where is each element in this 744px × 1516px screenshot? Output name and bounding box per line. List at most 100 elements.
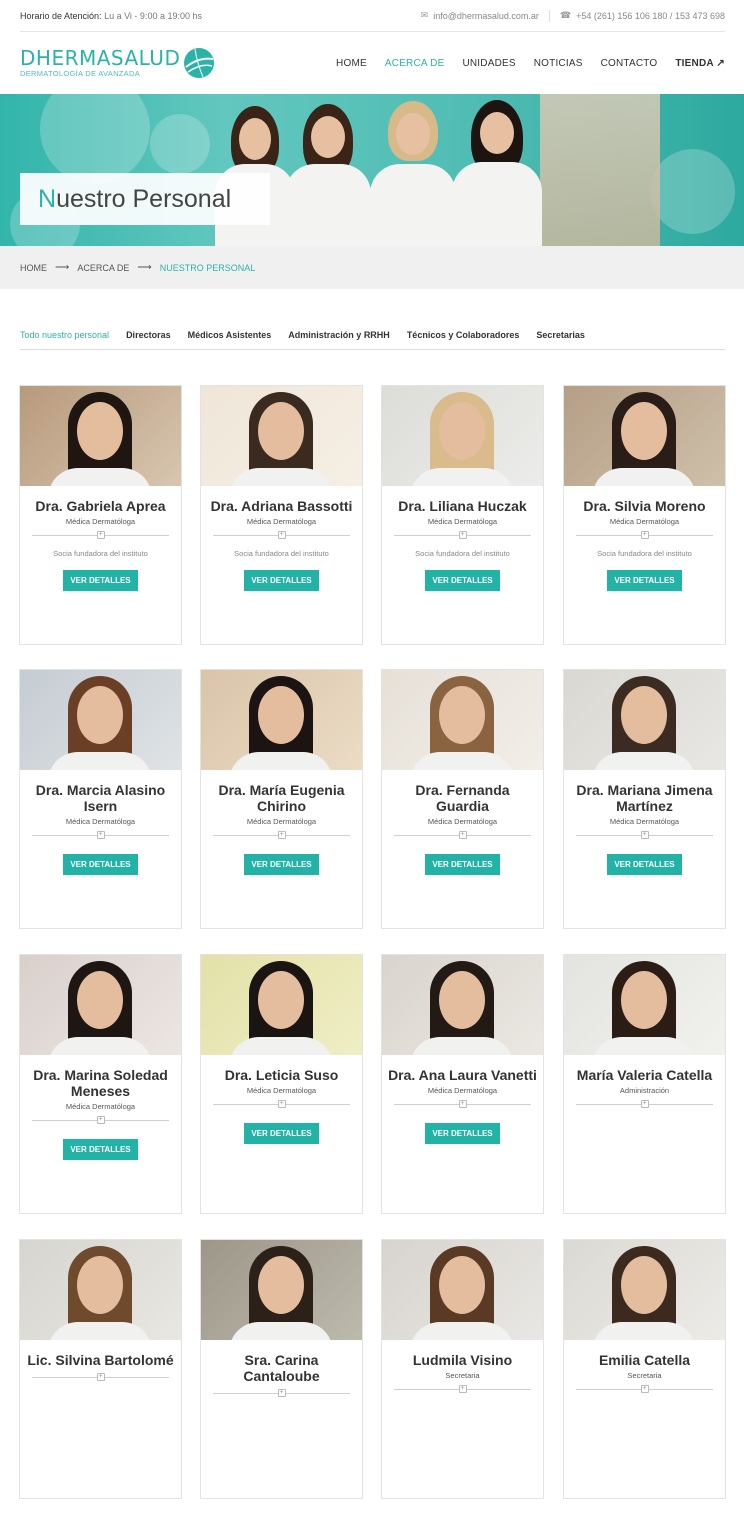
plus-icon: +	[640, 1385, 649, 1393]
nav-noticias[interactable]: NOTICIAS	[534, 58, 583, 69]
ver-detalles-button[interactable]: VER DETALLES	[244, 1123, 319, 1144]
card-divider: +	[32, 1116, 169, 1124]
staff-card: Ludmila Visino Secretaria +	[381, 1239, 544, 1499]
photo-coat	[229, 468, 333, 486]
filter-directoras[interactable]: Directoras	[126, 330, 171, 340]
hours-label: Horario de Atención:	[20, 10, 102, 21]
card-divider: +	[32, 531, 169, 539]
staff-name: Dra. Gabriela Aprea	[35, 498, 166, 514]
hero-person	[285, 104, 371, 246]
staff-name: Dra. Marina Soledad Meneses	[33, 1067, 168, 1099]
logo-mark-icon	[184, 48, 215, 78]
staff-role: Secretaria	[445, 1371, 480, 1380]
hero-photo-background	[540, 94, 660, 246]
ver-detalles-button[interactable]: VER DETALLES	[425, 570, 500, 591]
plus-icon: +	[96, 531, 105, 539]
nav-unidades[interactable]: UNIDADES	[462, 58, 515, 69]
staff-photo	[201, 955, 362, 1055]
staff-role: Médica Dermatóloga	[246, 1086, 317, 1095]
staff-role: Médica Dermatóloga	[427, 517, 498, 526]
ver-detalles-button[interactable]: VER DETALLES	[63, 570, 138, 591]
nav-home[interactable]: HOME	[336, 58, 367, 69]
photo-face	[621, 686, 667, 744]
photo-face	[621, 971, 667, 1029]
breadcrumb-acerca-de[interactable]: ACERCA DE	[77, 263, 129, 273]
staff-name: Sra. Carina Cantaloube	[243, 1352, 320, 1384]
hero-banner: Nuestro Personal	[0, 94, 744, 246]
staff-card: Dra. Leticia Suso Médica Dermatóloga + VER …	[200, 954, 363, 1214]
photo-coat	[48, 468, 152, 486]
staff-photo	[382, 386, 543, 486]
envelope-icon: ✉	[420, 10, 429, 20]
email-link[interactable]: info@dhermasalud.com.ar	[433, 11, 539, 21]
office-hours: Horario de Atención: Lu a Vi - 9:00 a 19…	[20, 11, 202, 21]
staff-card: Dra. Fernanda Guardia Médica Dermatóloga +…	[381, 669, 544, 929]
staff-card: Dra. Marcia Alasino Isern Médica Dermatól…	[19, 669, 182, 929]
staff-photo	[20, 1240, 181, 1340]
filter-todo[interactable]: Todo nuestro personal	[20, 330, 109, 340]
logo-tagline: DERMATOLOGÍA DE AVANZADA	[20, 69, 141, 78]
photo-coat	[592, 1037, 696, 1055]
ver-detalles-button[interactable]: VER DETALLES	[63, 854, 138, 875]
photo-coat	[410, 752, 514, 770]
staff-name: Dra. Mariana Jimena Martínez	[576, 782, 713, 814]
staff-name: Emilia Catella	[598, 1352, 691, 1368]
staff-photo	[201, 386, 362, 486]
site-logo[interactable]: DHERMASALUD DERMATOLOGÍA DE AVANZADA	[20, 47, 215, 79]
ver-detalles-button[interactable]: VER DETALLES	[425, 854, 500, 875]
ver-detalles-button[interactable]: VER DETALLES	[244, 570, 319, 591]
arrow-right-icon: ⟶	[55, 262, 70, 273]
plus-icon: +	[277, 1389, 286, 1397]
staff-note: Socia fundadora del instituto	[234, 549, 329, 558]
staff-role: Médica Dermatóloga	[609, 817, 680, 826]
staff-photo	[20, 670, 181, 770]
card-divider: +	[394, 531, 531, 539]
photo-face	[77, 402, 123, 460]
breadcrumb-current: NUESTRO PERSONAL	[159, 262, 256, 273]
plus-icon: +	[277, 831, 286, 839]
card-divider: +	[576, 531, 713, 539]
logo-wordmark: DHERMASALUD	[20, 46, 181, 70]
ver-detalles-button[interactable]: VER DETALLES	[63, 1139, 138, 1160]
external-link-icon: ↗	[716, 57, 725, 69]
staff-name: Ludmila Visino	[412, 1352, 513, 1368]
staff-role: Médica Dermatóloga	[246, 817, 317, 826]
plus-icon: +	[277, 531, 286, 539]
card-divider: +	[394, 1385, 531, 1393]
filter-secretarias[interactable]: Secretarias	[536, 330, 585, 340]
staff-card: Dra. María Eugenia Chirino Médica Dermató…	[200, 669, 363, 929]
staff-card: Dra. Ana Laura Vanetti Médica Dermatóloga…	[381, 954, 544, 1214]
card-divider: +	[576, 831, 713, 839]
staff-photo	[20, 386, 181, 486]
plus-icon: +	[640, 531, 649, 539]
breadcrumb-home[interactable]: HOME	[20, 263, 47, 273]
ver-detalles-button[interactable]: VER DETALLES	[425, 1123, 500, 1144]
photo-coat	[48, 752, 152, 770]
staff-role: Médica Dermatóloga	[246, 517, 317, 526]
staff-role: Médica Dermatóloga	[609, 517, 680, 526]
ver-detalles-button[interactable]: VER DETALLES	[244, 854, 319, 875]
photo-coat	[229, 752, 333, 770]
plus-icon: +	[458, 1385, 467, 1393]
staff-note: Socia fundadora del instituto	[53, 549, 148, 558]
staff-name: Lic. Silvina Bartolomé	[27, 1352, 174, 1368]
photo-face	[258, 686, 304, 744]
photo-face	[77, 971, 123, 1029]
nav-acerca-de[interactable]: ACERCA DE	[385, 58, 445, 69]
filter-administracion[interactable]: Administración y RRHH	[288, 330, 390, 340]
staff-role: Médica Dermatóloga	[427, 1086, 498, 1095]
photo-face	[439, 402, 485, 460]
nav-contacto[interactable]: CONTACTO	[601, 58, 658, 69]
photo-coat	[48, 1037, 152, 1055]
nav-tienda[interactable]: TIENDA ↗	[675, 58, 725, 69]
staff-photo	[382, 670, 543, 770]
filter-medicos-asistentes[interactable]: Médicos Asistentes	[188, 330, 272, 340]
divider	[548, 9, 550, 22]
ver-detalles-button[interactable]: VER DETALLES	[607, 570, 682, 591]
filter-tecnicos[interactable]: Técnicos y Colaboradores	[407, 330, 520, 340]
photo-coat	[592, 752, 696, 770]
top-bar: Horario de Atención: Lu a Vi - 9:00 a 19…	[20, 0, 725, 32]
staff-card: María Valeria Catella Administración +	[563, 954, 726, 1214]
ver-detalles-button[interactable]: VER DETALLES	[607, 854, 682, 875]
phone-icon: ☎	[559, 10, 572, 20]
